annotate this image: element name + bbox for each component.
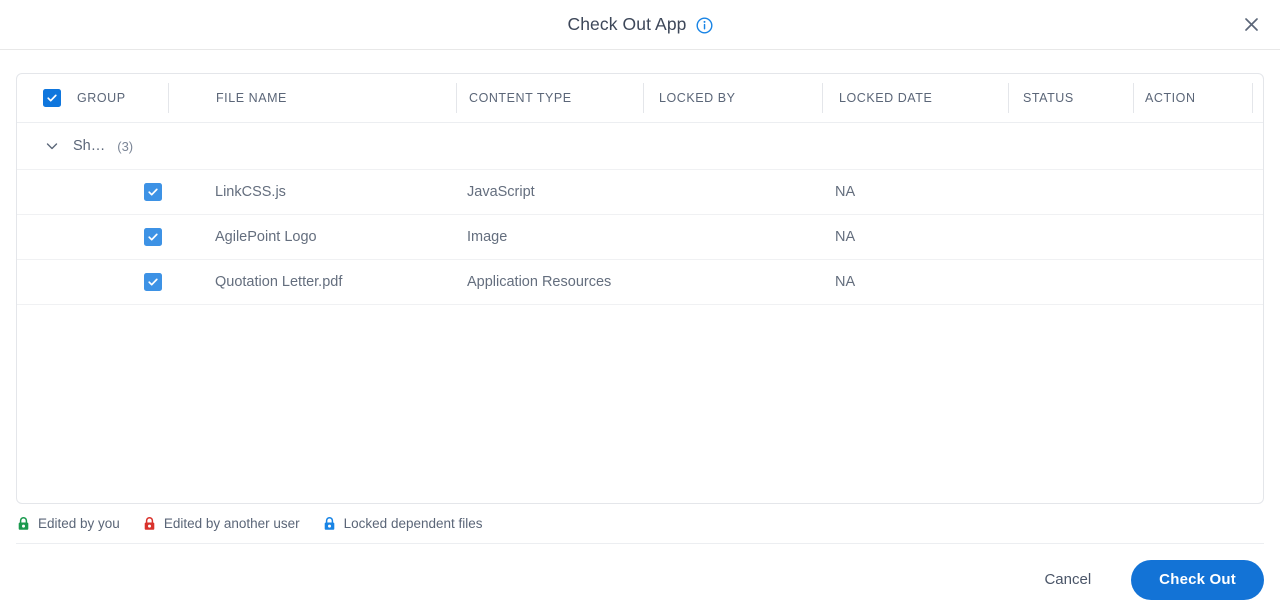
- select-all-checkbox[interactable]: [43, 89, 61, 107]
- column-header-status: STATUS: [1009, 83, 1133, 113]
- cell-locked-by: [641, 260, 819, 305]
- group-count: (3): [117, 138, 134, 154]
- column-header-status-label: STATUS: [1023, 91, 1074, 105]
- column-divider: [1252, 83, 1253, 113]
- cell-file-name: LinkCSS.js: [215, 184, 286, 200]
- cancel-button[interactable]: Cancel: [1026, 561, 1109, 598]
- group-name: Sh…: [73, 138, 106, 154]
- column-header-action-label: ACTION: [1145, 91, 1196, 105]
- cell-action: [1128, 215, 1246, 260]
- column-header-content-type-label: CONTENT TYPE: [469, 91, 572, 105]
- row-select-cell: [17, 170, 168, 215]
- column-header-content-type: CONTENT TYPE: [457, 83, 643, 113]
- column-header-group: GROUP: [17, 83, 168, 113]
- cell-status: [1004, 170, 1128, 215]
- row-select-cell: [17, 260, 168, 305]
- row-checkbox[interactable]: [144, 273, 162, 291]
- table-row[interactable]: LinkCSS.js JavaScript NA: [17, 170, 1263, 215]
- cell-locked-by: [641, 215, 819, 260]
- lock-legend: Edited by you Edited by another user Loc…: [16, 504, 1264, 542]
- dialog-body: GROUP FILE NAME CONTENT TYPE LOCKED BY L…: [0, 50, 1280, 543]
- cell-file-name: Quotation Letter.pdf: [215, 274, 343, 290]
- cell-content-type: JavaScript: [467, 184, 535, 200]
- cell-locked-by: [641, 170, 819, 215]
- cell-locked-date: NA: [835, 274, 856, 290]
- column-header-file-name: FILE NAME: [169, 83, 456, 113]
- cell-status: [1004, 260, 1128, 305]
- cell-status: [1004, 215, 1128, 260]
- check-out-button[interactable]: Check Out: [1131, 559, 1264, 600]
- table-empty-space: [17, 305, 1263, 503]
- column-header-locked-date: LOCKED DATE: [823, 83, 1008, 113]
- column-header-action: ACTION: [1134, 83, 1252, 113]
- lock-green-icon: [16, 516, 31, 531]
- cell-action: [1128, 170, 1246, 215]
- table-header-row: GROUP FILE NAME CONTENT TYPE LOCKED BY L…: [17, 74, 1263, 123]
- page-title: Check Out App: [567, 14, 687, 34]
- legend-label: Edited by another user: [163, 515, 300, 531]
- cell-content-type: Image: [467, 229, 508, 245]
- cell-action: [1128, 260, 1246, 305]
- files-table: GROUP FILE NAME CONTENT TYPE LOCKED BY L…: [16, 73, 1264, 504]
- column-header-locked-by-label: LOCKED BY: [659, 91, 736, 105]
- column-header-file-name-label: FILE NAME: [216, 91, 287, 105]
- close-icon[interactable]: [1236, 10, 1266, 40]
- group-row[interactable]: Sh… (3): [17, 123, 1263, 170]
- column-header-locked-by: LOCKED BY: [644, 83, 822, 113]
- info-circle-icon[interactable]: [695, 17, 713, 34]
- legend-label: Edited by you: [38, 515, 120, 531]
- chevron-down-icon[interactable]: [43, 137, 61, 155]
- lock-red-icon: [142, 516, 157, 531]
- row-checkbox[interactable]: [144, 183, 162, 201]
- lock-blue-icon: [322, 516, 337, 531]
- row-checkbox[interactable]: [144, 228, 162, 246]
- legend-item-edited-by-another-user: Edited by another user: [142, 516, 300, 531]
- check-out-app-dialog: Check Out App GROUP FILE NAME CONTENT TY…: [0, 0, 1280, 615]
- column-header-locked-date-label: LOCKED DATE: [839, 91, 933, 105]
- table-row[interactable]: Quotation Letter.pdf Application Resourc…: [17, 260, 1263, 305]
- cell-content-type: Application Resources: [467, 274, 612, 290]
- column-header-group-label: GROUP: [77, 91, 126, 105]
- dialog-title-wrap: Check Out App: [567, 14, 713, 35]
- dialog-footer: Cancel Check Out: [16, 543, 1264, 615]
- legend-item-locked-dependent-files: Locked dependent files: [322, 516, 483, 531]
- cell-locked-date: NA: [835, 184, 856, 200]
- dialog-header: Check Out App: [0, 0, 1280, 50]
- legend-item-edited-by-you: Edited by you: [16, 516, 120, 531]
- table-row[interactable]: AgilePoint Logo Image NA: [17, 215, 1263, 260]
- cell-locked-date: NA: [835, 229, 856, 245]
- cell-file-name: AgilePoint Logo: [215, 229, 317, 245]
- legend-label: Locked dependent files: [343, 515, 483, 531]
- row-select-cell: [17, 215, 168, 260]
